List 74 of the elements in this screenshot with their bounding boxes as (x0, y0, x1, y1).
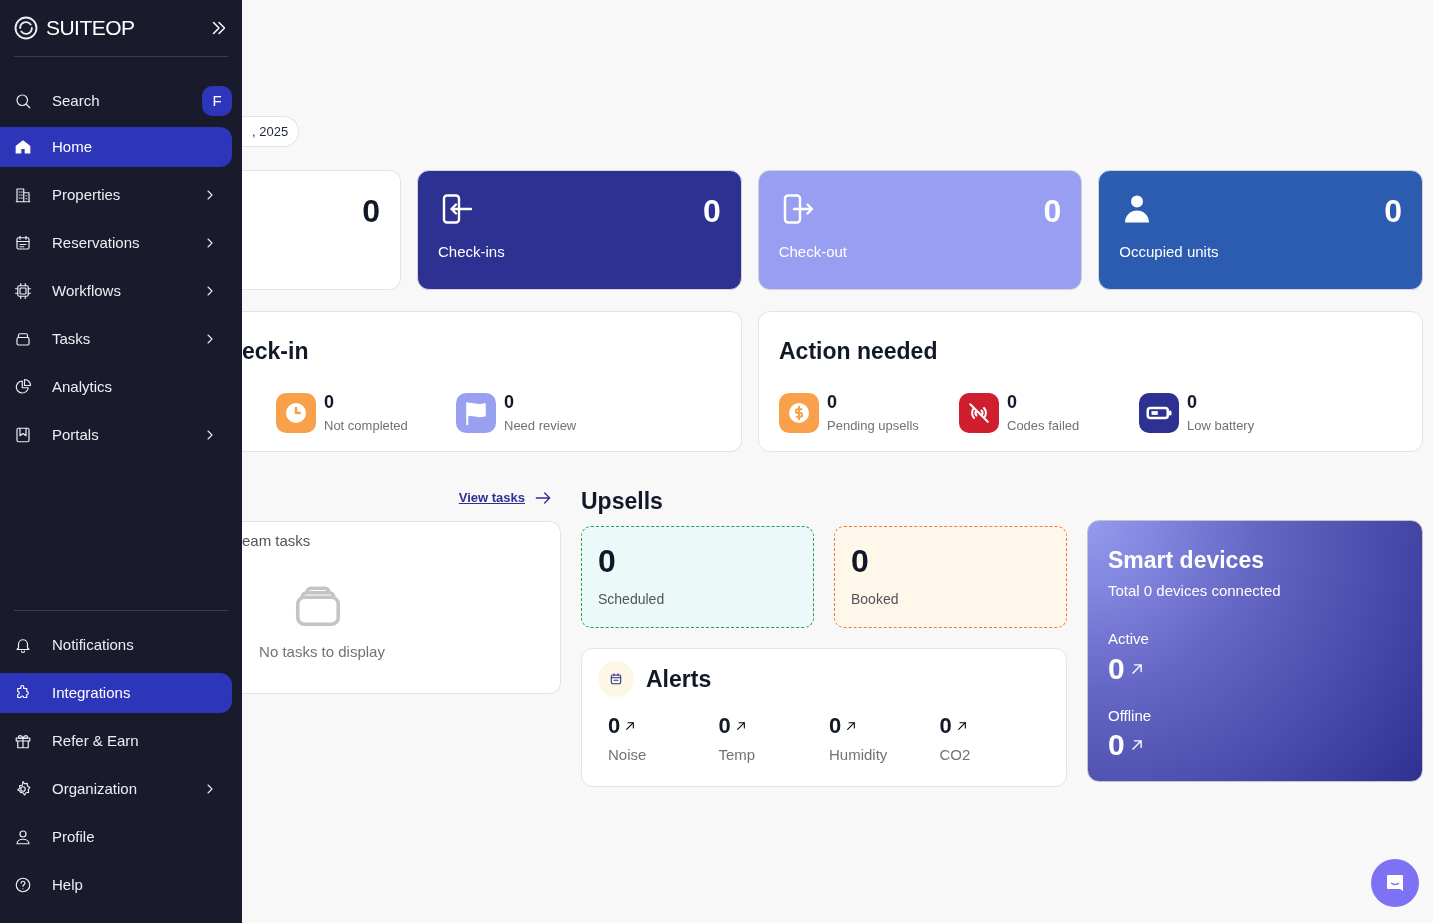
stat-label: Codes failed (1007, 416, 1080, 435)
alert-value: 0 (939, 712, 952, 740)
device-group-label: Offline (1108, 705, 1152, 726)
stack-icon (14, 330, 32, 348)
nav-item[interactable]: Portals (0, 415, 232, 455)
view-tasks-link[interactable]: View tasks (458, 488, 553, 508)
panel-title: eck-in (242, 337, 309, 366)
alert-value: 0 (718, 712, 731, 740)
calendar-icon (608, 671, 624, 687)
nav-item[interactable]: Analytics (0, 367, 232, 407)
card-title: Smart devices (1108, 546, 1264, 575)
nav-item[interactable]: Tasks (0, 319, 232, 359)
stat-value: 0 (504, 390, 515, 413)
nav-item[interactable]: Profile (0, 817, 232, 857)
nav-item[interactable]: Workflows (0, 271, 232, 311)
device-count: 0 (1108, 650, 1125, 687)
panel-title: Action needed (779, 337, 938, 366)
stat-label: Pending upsells (827, 416, 919, 435)
chip-icon (14, 282, 32, 300)
nav-item[interactable]: Notifications (0, 625, 232, 665)
section-title: Upsells (581, 487, 663, 516)
stat-value: 0 (1187, 390, 1198, 413)
nav-item[interactable]: Properties (0, 175, 232, 215)
stat-label: Check-out (778, 242, 848, 262)
tasks-subtitle: eam tasks (242, 531, 311, 551)
person-icon (14, 828, 32, 846)
card-subtitle: Total 0 devices connected (1108, 580, 1281, 601)
upsell-label: Scheduled (598, 590, 665, 609)
pie-chart-icon (14, 378, 32, 396)
stat-value: 0 (1007, 390, 1018, 413)
alert-value: 0 (829, 712, 842, 740)
search-icon (14, 92, 32, 110)
home-icon (14, 138, 32, 156)
device-group-label: Active (1108, 629, 1149, 649)
shortcut-badge: F (202, 86, 232, 116)
upsell-value: 0 (851, 542, 869, 581)
nav-item[interactable]: Home (0, 127, 232, 167)
gift-icon (14, 732, 32, 750)
upsell-label: Booked (851, 590, 899, 609)
calendar-icon (14, 234, 32, 252)
stat-value: 0 (324, 390, 335, 413)
bell-icon (14, 636, 32, 654)
nav-item[interactable]: Help (0, 865, 232, 905)
alert-value: 0 (608, 712, 621, 740)
stat-value: 0 (1043, 192, 1062, 231)
building-icon (14, 186, 32, 204)
logo-text: SUITEOP (46, 15, 135, 42)
alert-label: CO2 (939, 745, 972, 765)
device-count: 0 (1108, 727, 1125, 763)
stat-value: 0 (1384, 192, 1402, 231)
date-filter[interactable]: , 2025 (242, 116, 300, 147)
nav-item[interactable]: Integrations (0, 673, 232, 713)
alert-label: Temp (718, 745, 757, 765)
stat-value: 0 (362, 192, 380, 231)
logo-icon (12, 14, 40, 42)
stat-value: 0 (827, 390, 838, 413)
stat-label: Need review (504, 416, 577, 435)
nav-item[interactable]: Reservations (0, 223, 232, 263)
search-item[interactable]: Search F (0, 81, 242, 121)
stat-label: Occupied units (1119, 242, 1219, 262)
book-icon (14, 426, 32, 444)
alert-label: Humidity (829, 745, 889, 765)
stat-label: Low battery (1187, 416, 1255, 435)
empty-message: No tasks to display (259, 641, 385, 662)
chat-button[interactable] (1371, 859, 1419, 907)
upsell-value: 0 (598, 542, 616, 581)
alerts-title: Alerts (646, 664, 712, 694)
nav-item[interactable]: Organization (0, 769, 232, 809)
alert-label: Noise (608, 745, 648, 765)
help-icon (14, 876, 32, 894)
stat-label: Check-ins (438, 242, 505, 262)
nav-item[interactable]: Refer & Earn (0, 721, 232, 761)
stat-value: 0 (702, 192, 721, 231)
stat-label: Not completed (324, 416, 408, 435)
